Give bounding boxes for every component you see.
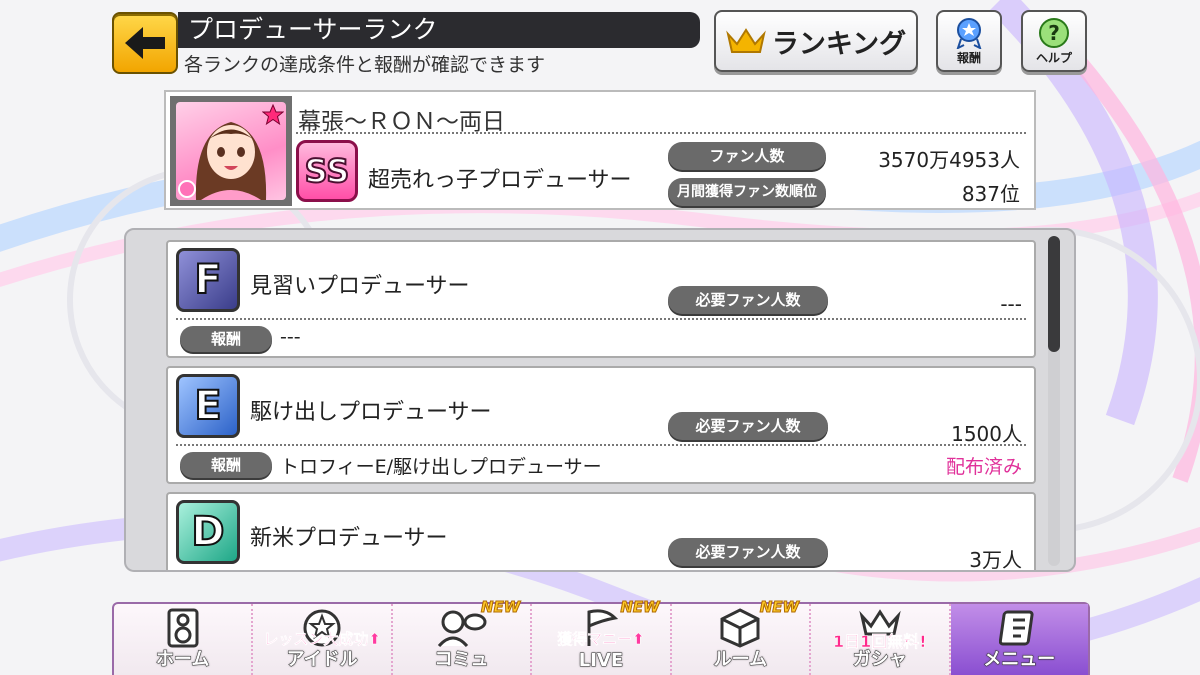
help-button-label: ヘルプ — [1035, 50, 1072, 65]
rank-title: 駆け出しプロデューサー — [250, 400, 492, 425]
required-fans-label: 必要ファン人数 — [668, 286, 828, 314]
new-badge: NEW — [759, 598, 800, 617]
bottom-navigation: ホーム レッスン大成功⬆ アイドル NEW コミュ NEW 獲得マニー⬆ LIV… — [112, 598, 1090, 675]
scrollbar-thumb[interactable] — [1048, 236, 1060, 352]
reward-button[interactable]: 報酬 — [936, 10, 1002, 72]
required-fans-label: 必要ファン人数 — [668, 412, 828, 440]
rank-title: 新米プロデューサー — [250, 526, 448, 551]
nav-promo: 獲得マニー⬆ — [557, 630, 645, 649]
required-fans-value: 1500人 — [951, 422, 1022, 446]
reward-label: 報酬 — [180, 326, 272, 352]
scrollbar[interactable] — [1048, 236, 1060, 566]
reward-button-label: 報酬 — [956, 50, 981, 65]
divider — [176, 318, 1026, 320]
nav-promo: レッスン大成功⬆ — [263, 630, 381, 649]
star-icon — [262, 104, 284, 126]
arrow-left-icon — [125, 27, 165, 59]
required-fans-value: --- — [1000, 292, 1022, 316]
rank-list[interactable]: F 見習いプロデューサー 必要ファン人数 --- 報酬 --- E 駆け出しプロ… — [124, 228, 1076, 572]
menu-icon — [999, 610, 1034, 646]
person-chat-icon — [437, 610, 487, 648]
nav-commu[interactable]: NEW コミュ — [393, 598, 533, 675]
current-rank-badge: SS — [296, 140, 358, 202]
rank-card-f: F 見習いプロデューサー 必要ファン人数 --- 報酬 --- — [166, 240, 1036, 358]
nav-live[interactable]: NEW 獲得マニー⬆ LIVE — [532, 598, 672, 675]
nav-menu[interactable]: メニュー — [950, 604, 1088, 675]
rank-card-d: D 新米プロデューサー 必要ファン人数 3万人 — [166, 492, 1036, 572]
reward-label: 報酬 — [180, 452, 272, 478]
rank-letter-badge: D — [176, 500, 240, 564]
flower-icon — [178, 180, 196, 198]
producer-name: 幕張～ＲＯＮ～両日 — [298, 109, 505, 135]
back-button[interactable] — [112, 12, 178, 74]
reward-text: トロフィーE/駆け出しプロデューサー — [280, 456, 602, 478]
reward-status: 配布済み — [945, 456, 1022, 478]
divider — [176, 444, 1026, 446]
ranking-button[interactable]: ランキング — [714, 10, 918, 72]
question-icon: ? — [1039, 17, 1069, 48]
ranking-button-label: ランキング — [771, 28, 907, 60]
producer-profile-card: 幕張～ＲＯＮ～両日 SS 超売れっ子プロデューサー ファン人数 3570万495… — [164, 90, 1036, 210]
reward-text: --- — [280, 326, 301, 348]
nav-idol[interactable]: レッスン大成功⬆ アイドル — [253, 604, 393, 675]
nav-label: LIVE — [578, 650, 624, 672]
nav-label: ホーム — [155, 649, 210, 671]
svg-text:?: ? — [1048, 21, 1060, 45]
help-button[interactable]: ? ヘルプ — [1021, 10, 1087, 72]
monthly-rank-value: 837位 — [961, 182, 1020, 206]
rank-letter-badge: F — [176, 248, 240, 312]
cube-icon — [720, 608, 760, 648]
nav-label: ルーム — [713, 649, 768, 671]
divider — [296, 132, 1026, 134]
required-fans-value: 3万人 — [969, 548, 1022, 572]
page-title: プロデューサーランク — [178, 12, 700, 48]
rank-letter-badge: E — [176, 374, 240, 438]
nav-label: コミュ — [434, 649, 489, 671]
crown-icon — [726, 28, 766, 53]
nav-room[interactable]: NEW ルーム — [672, 598, 812, 675]
nav-home[interactable]: ホーム — [114, 604, 254, 675]
avatar[interactable] — [170, 96, 292, 206]
required-fans-label: 必要ファン人数 — [668, 538, 828, 566]
nav-gacha[interactable]: 1日1回無料! ガシャ — [811, 604, 951, 675]
nav-promo: 1日1回無料! — [833, 632, 927, 652]
fan-count-label: ファン人数 — [668, 142, 826, 170]
monthly-rank-label: 月間獲得ファン数順位 — [668, 178, 826, 206]
rank-title: 見習いプロデューサー — [250, 274, 470, 299]
current-rank-title: 超売れっ子プロデューサー — [368, 168, 632, 193]
fan-count-value: 3570万4953人 — [878, 148, 1020, 172]
new-badge: NEW — [480, 598, 521, 617]
new-badge: NEW — [620, 598, 660, 617]
rank-card-e: E 駆け出しプロデューサー 必要ファン人数 1500人 報酬 トロフィーE/駆け… — [166, 366, 1036, 484]
page-subtitle: 各ランクの達成条件と報酬が確認できます — [184, 54, 546, 76]
nav-label: メニュー — [983, 649, 1056, 671]
speaker-icon — [167, 608, 199, 648]
medal-icon — [956, 17, 982, 49]
